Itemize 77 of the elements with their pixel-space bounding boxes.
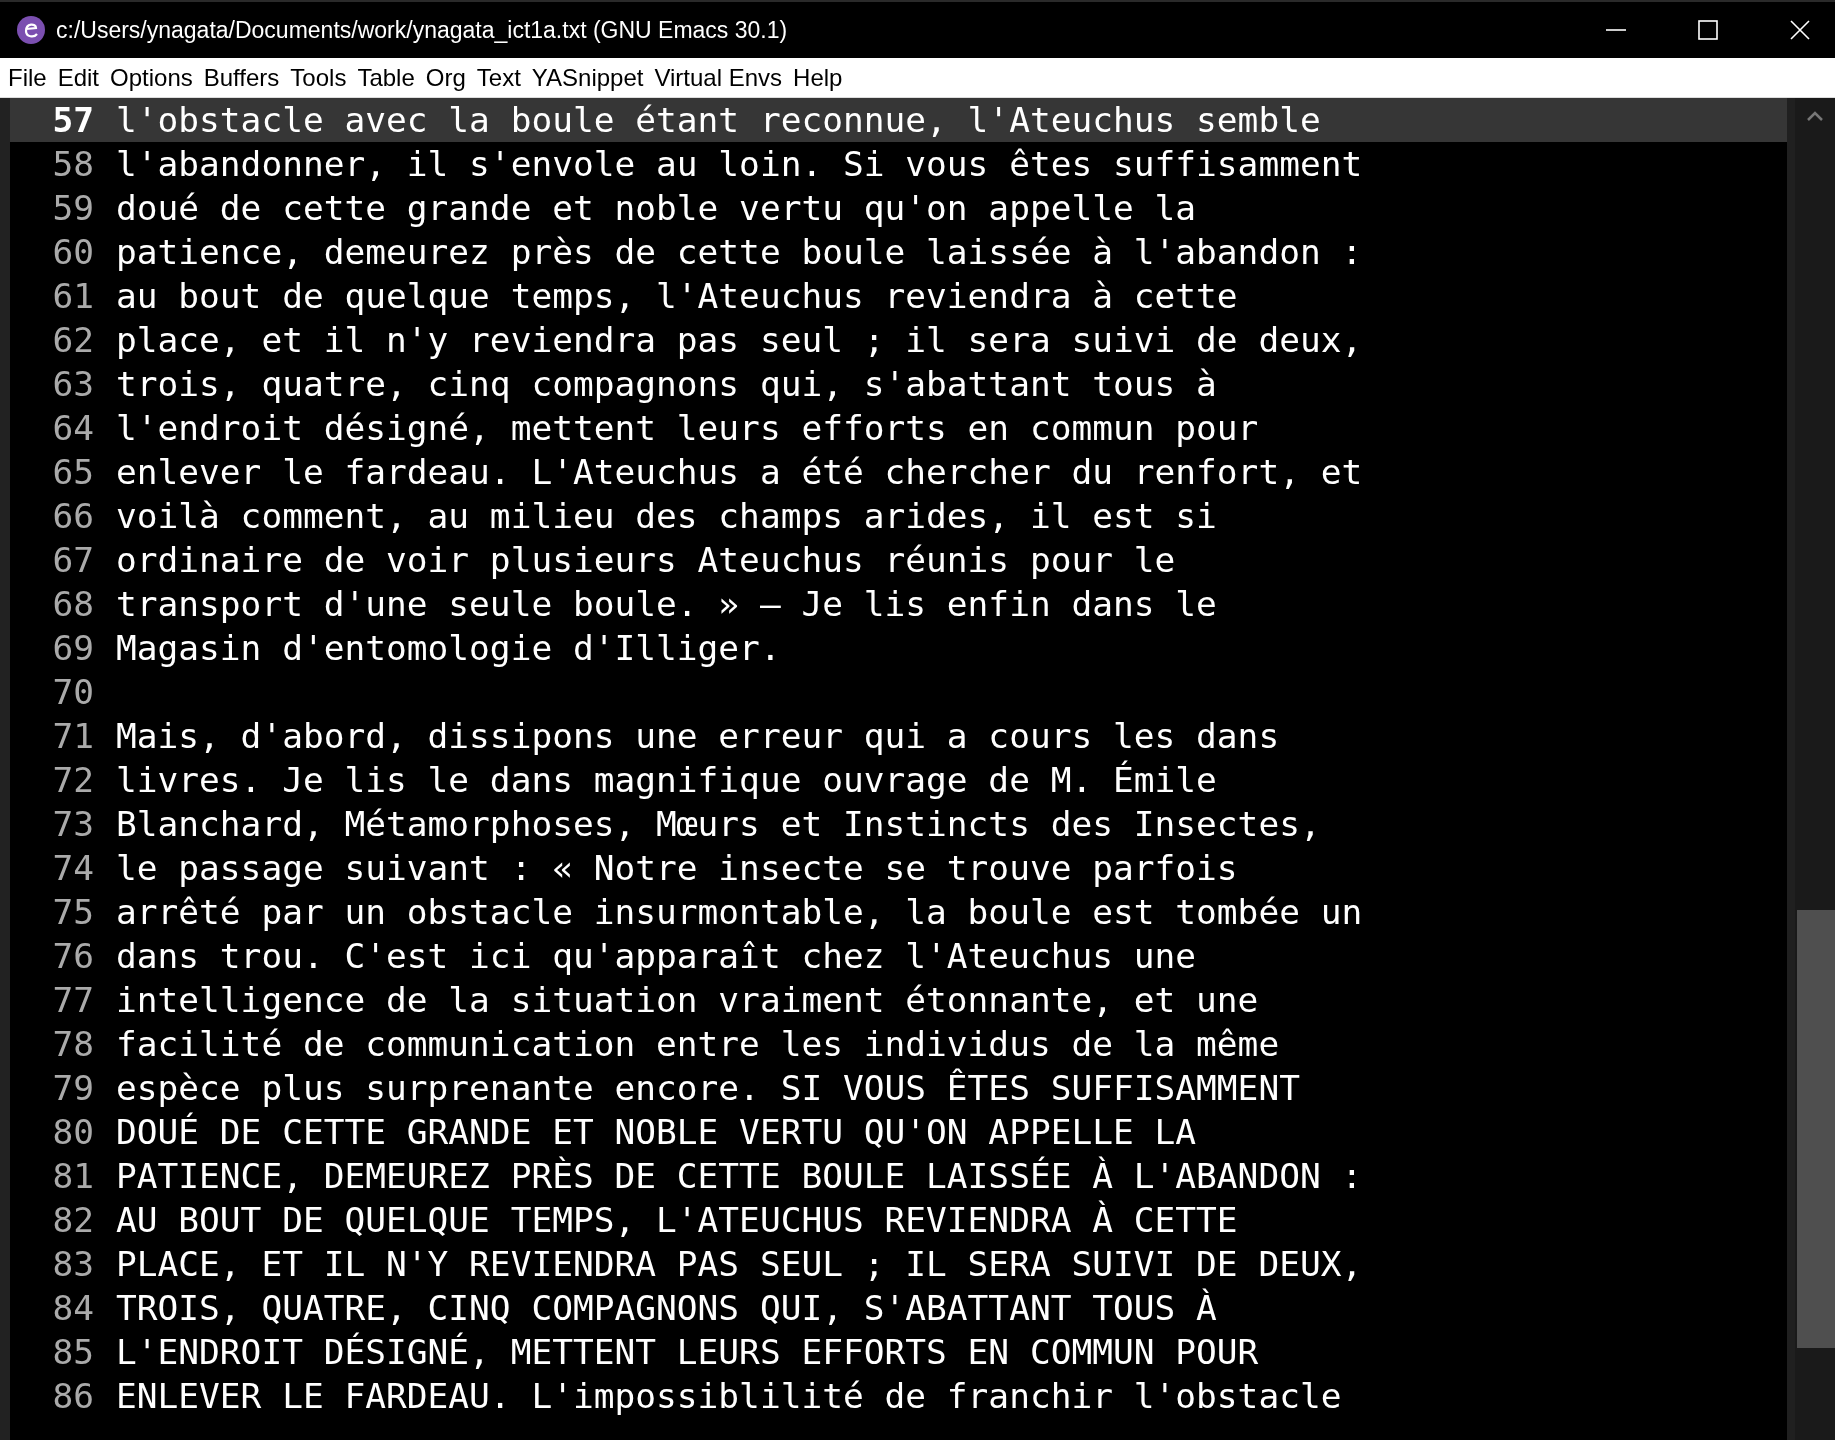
line-number: 70 — [51, 672, 94, 712]
text-line: DOUÉ DE CETTE GRANDE ET NOBLE VERTU QU'ON APPELLE LA — [116, 1112, 1197, 1152]
line-number: 76 — [51, 936, 94, 976]
line-number: 81 — [51, 1156, 94, 1196]
line-number: 66 — [51, 496, 94, 536]
menu-item[interactable]: Virtual Envs — [654, 63, 783, 92]
menu-item[interactable]: Help — [793, 63, 843, 92]
line-number: 63 — [51, 364, 94, 404]
window-title: c:/Users/ynagata/Documents/work/ynagata_ict1a.txt (GNU Emacs 30.1) — [56, 16, 788, 44]
text-line: enlever le fardeau. L'Ateuchus a été chercher du renfort, et — [116, 452, 1363, 492]
line-number: 79 — [51, 1068, 94, 1108]
line-number: 80 — [51, 1112, 94, 1152]
text-line: doué de cette grande et noble vertu qu'on appelle la — [116, 188, 1197, 228]
text-line: PATIENCE, DEMEUREZ PRÈS DE CETTE BOULE LAISSÉE À L'ABANDON : — [116, 1156, 1363, 1196]
scroll-up-icon[interactable] — [1805, 110, 1825, 122]
menu-item[interactable]: File — [8, 63, 47, 92]
line-number: 59 — [51, 188, 94, 228]
text-line: transport d'une seule boule. » — Je lis enfin dans le — [116, 584, 1217, 624]
scrollbar[interactable] — [1787, 98, 1835, 1440]
line-number: 83 — [51, 1244, 94, 1284]
close-icon[interactable] — [1789, 19, 1811, 41]
text-line: trois, quatre, cinq compagnons qui, s'abattant tous à — [116, 364, 1217, 404]
text-line: PLACE, ET IL N'Y REVIENDRA PAS SEUL ; IL SERA SUIVI DE DEUX, — [116, 1244, 1363, 1284]
line-number: 75 — [51, 892, 94, 932]
text-line: AU BOUT DE QUELQUE TEMPS, L'ATEUCHUS REVIENDRA À CETTE — [116, 1200, 1238, 1240]
menu-item[interactable]: Tools — [290, 63, 347, 92]
menu-item[interactable]: Org — [425, 63, 466, 92]
text-line: Magasin d'entomologie d'Illiger. — [116, 628, 781, 668]
line-number: 60 — [51, 232, 94, 272]
line-number: 86 — [51, 1376, 94, 1416]
line-number: 82 — [51, 1200, 94, 1240]
maximize-icon[interactable] — [1697, 19, 1719, 41]
text-line: ENLEVER LE FARDEAU. L'impossiblilité de franchir l'obstacle — [116, 1376, 1342, 1416]
line-number: 85 — [51, 1332, 94, 1372]
text-line: place, et il n'y reviendra pas seul ; il sera suivi de deux, — [116, 320, 1363, 360]
line-number: 71 — [51, 716, 94, 756]
line-number: 67 — [51, 540, 94, 580]
app-icon — [16, 15, 46, 45]
text-line: ordinaire de voir plusieurs Ateuchus réunis pour le — [116, 540, 1176, 580]
menu-item[interactable]: Text — [476, 63, 521, 92]
line-number: 69 — [51, 628, 94, 668]
line-number: 65 — [51, 452, 94, 492]
line-number: 73 — [51, 804, 94, 844]
text-line: voilà comment, au milieu des champs arides, il est si — [116, 496, 1217, 536]
text-line: l'endroit désigné, mettent leurs efforts en commun pour — [116, 408, 1259, 448]
menu-item[interactable]: Edit — [57, 63, 100, 92]
text-line: L'ENDROIT DÉSIGNÉ, METTENT LEURS EFFORTS EN COMMUN POUR — [116, 1332, 1259, 1372]
menu-item[interactable]: Options — [110, 63, 193, 92]
line-number: 58 — [51, 144, 94, 184]
line-number: 61 — [51, 276, 94, 316]
line-number: 84 — [51, 1288, 94, 1328]
line-number: 68 — [51, 584, 94, 624]
line-number: 77 — [51, 980, 94, 1020]
text-line: l'abandonner, il s'envole au loin. Si vous êtes suffisamment — [116, 144, 1363, 184]
menu-item[interactable]: YASnippet — [531, 63, 644, 92]
text-line: dans trou. C'est ici qu'apparaît chez l'Ateuchus une — [116, 936, 1197, 976]
menu-item[interactable]: Table — [357, 63, 415, 92]
text-line: intelligence de la situation vraiment étonnante, et une — [116, 980, 1259, 1020]
text-line: espèce plus surprenante encore. SI VOUS ÊTES SUFFISAMMENT — [116, 1068, 1300, 1108]
menu-item[interactable]: Buffers — [203, 63, 280, 92]
line-number: 74 — [51, 848, 94, 888]
text-line: livres. Je lis le dans magnifique ouvrage de M. Émile — [116, 760, 1217, 800]
text-line: le passage suivant : « Notre insecte se trouve parfois — [116, 848, 1238, 888]
text-line: facilité de communication entre les individus de la même — [116, 1024, 1280, 1064]
text-line: l'obstacle avec la boule étant reconnue, l'Ateuchus semble — [116, 100, 1321, 140]
text-line: Mais, d'abord, dissipons une erreur qui a cours les dans — [116, 716, 1280, 756]
line-number: 78 — [51, 1024, 94, 1064]
text-line: patience, demeurez près de cette boule laissée à l'abandon : — [116, 232, 1363, 272]
text-line: arrêté par un obstacle insurmontable, la boule est tombée un — [116, 892, 1363, 932]
text-line: TROIS, QUATRE, CINQ COMPAGNONS QUI, S'ABATTANT TOUS À — [116, 1288, 1217, 1328]
scrollbar-thumb[interactable] — [1797, 910, 1835, 1348]
line-number: 64 — [51, 408, 94, 448]
text-line: au bout de quelque temps, l'Ateuchus reviendra à cette — [116, 276, 1238, 316]
line-number: 57 — [51, 100, 94, 140]
text-line: Blanchard, Métamorphoses, Mœurs et Instincts des Insectes, — [116, 804, 1321, 844]
line-number: 72 — [51, 760, 94, 800]
line-number: 62 — [51, 320, 94, 360]
